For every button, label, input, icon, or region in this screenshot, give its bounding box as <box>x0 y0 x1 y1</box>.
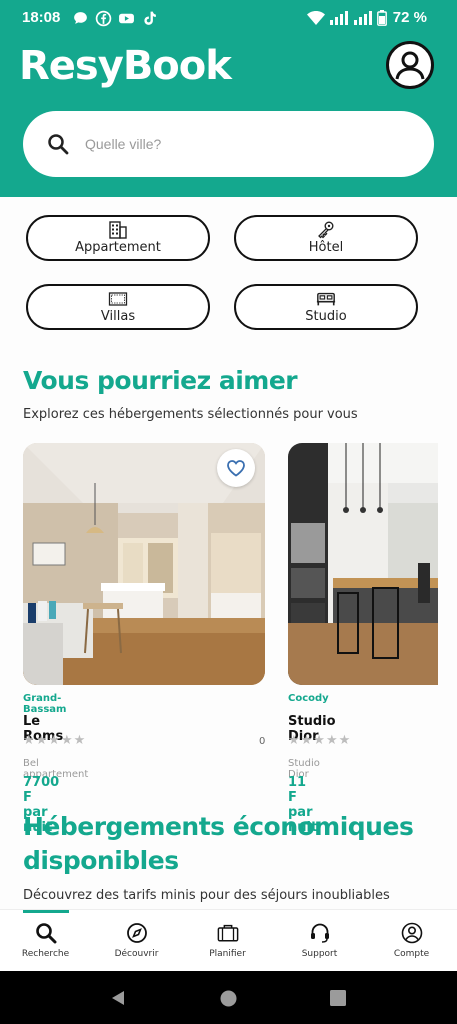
facebook-icon <box>95 10 112 27</box>
nav-support[interactable]: Support <box>274 910 365 972</box>
nav-label: Planifier <box>209 949 246 959</box>
nav-compte[interactable]: Compte <box>366 910 457 972</box>
tiktok-icon <box>144 11 156 25</box>
category-villas-button[interactable]: Villas <box>26 284 210 330</box>
compass-icon <box>126 923 147 943</box>
search-input[interactable] <box>85 129 405 159</box>
home-icon[interactable] <box>220 990 237 1007</box>
account-icon <box>401 922 422 944</box>
favorite-button[interactable] <box>217 449 255 487</box>
chat-bubble-icon <box>74 12 87 24</box>
search-icon <box>48 134 69 155</box>
battery-icon <box>376 9 387 26</box>
nav-label: Support <box>301 949 338 959</box>
section-subtitle: Explorez ces hébergements sélectionnés p… <box>23 407 358 422</box>
status-bar: 18:08 72 % <box>0 0 457 37</box>
section-title-recommended: Vous pourriez aimer <box>23 366 298 395</box>
system-navigation-bar <box>0 971 457 1024</box>
nav-label: Recherche <box>21 949 70 959</box>
recents-icon[interactable] <box>330 990 346 1006</box>
review-count: 0 <box>259 736 266 747</box>
signal-icon-2 <box>353 10 372 25</box>
villa-icon <box>108 292 128 306</box>
room-photo <box>288 443 438 685</box>
section-title-budget: Hébergements économiques disponibles <box>23 810 414 878</box>
battery-percent: 72 % <box>392 9 427 26</box>
category-appartement-button[interactable]: Appartement <box>26 215 210 261</box>
nav-recherche[interactable]: Recherche <box>0 910 91 972</box>
briefcase-icon <box>217 924 238 942</box>
main-content[interactable]: Appartement Hôtel Villas Studio Vous pou… <box>0 197 457 909</box>
listing-city: Grand-Bassam <box>23 693 67 715</box>
nav-label: Compte <box>393 949 430 959</box>
nav-label: Découvrir <box>114 949 159 959</box>
app-logo: ResyBook <box>19 43 232 89</box>
status-right: 72 % <box>306 9 427 26</box>
category-hotel-button[interactable]: Hôtel <box>234 215 418 261</box>
listing-photo[interactable] <box>288 443 438 685</box>
profile-button[interactable] <box>386 41 434 89</box>
status-notification-icons <box>72 10 158 27</box>
back-icon[interactable] <box>110 990 126 1006</box>
category-studio-button[interactable]: Studio <box>234 284 418 330</box>
status-time: 18:08 <box>22 9 61 26</box>
search-icon <box>35 923 56 944</box>
building-icon <box>109 221 127 239</box>
header: ResyBook <box>0 37 457 197</box>
youtube-icon <box>119 13 134 24</box>
heart-icon <box>227 460 245 477</box>
listing-city: Cocody <box>288 693 329 704</box>
category-label: Appartement <box>75 240 161 255</box>
signal-icon <box>329 10 348 25</box>
section-title-line: disponibles <box>23 846 179 875</box>
bed-icon <box>316 292 336 306</box>
wifi-icon <box>306 10 325 25</box>
category-label: Studio <box>305 309 347 324</box>
search-bar[interactable] <box>23 111 434 177</box>
category-label: Hôtel <box>308 240 344 255</box>
category-label: Villas <box>100 309 136 324</box>
nav-planifier[interactable]: Planifier <box>182 910 273 972</box>
headset-icon <box>310 923 329 943</box>
section-title-line: Hébergements économiques <box>23 812 414 841</box>
section-subtitle: Découvrez des tarifs minis pour des séjo… <box>23 888 390 903</box>
nav-decouvrir[interactable]: Découvrir <box>91 910 182 972</box>
rating-stars: ★★★★★ <box>23 733 87 748</box>
rating-stars: ★★★★★ <box>288 733 352 748</box>
user-icon <box>395 51 425 80</box>
bottom-navigation: Recherche Découvrir Planifier Support Co… <box>0 909 457 971</box>
key-icon <box>318 221 334 239</box>
